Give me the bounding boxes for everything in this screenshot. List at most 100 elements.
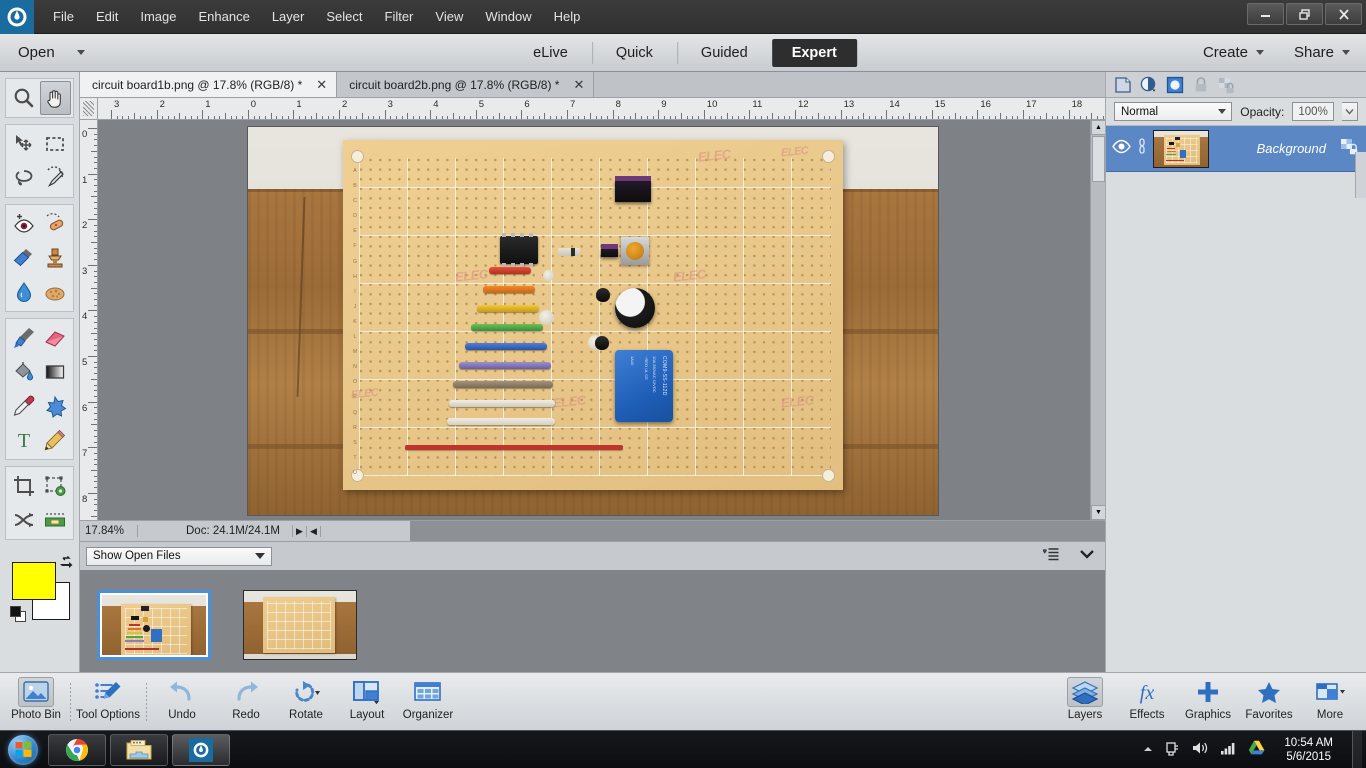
lasso-tool[interactable] (8, 161, 40, 195)
undo-button[interactable]: Undo (150, 677, 214, 729)
new-layer-icon[interactable] (1114, 75, 1132, 95)
layer-mask-icon[interactable] (1166, 75, 1184, 95)
organizer-button[interactable]: Organizer (396, 677, 460, 729)
layer-name-label[interactable]: Background (1215, 141, 1334, 156)
minimize-button[interactable] (1247, 3, 1284, 25)
menu-select[interactable]: Select (315, 5, 373, 28)
swap-colors-icon[interactable] (60, 555, 74, 573)
default-colors-icon[interactable] (10, 606, 26, 622)
tab-quick[interactable]: Quick (591, 34, 677, 72)
open-button[interactable]: Open (18, 44, 85, 61)
show-desktop-button[interactable] (1352, 731, 1362, 768)
taskbar-item-windows-explorer[interactable] (110, 733, 168, 766)
favorites-button[interactable]: Favorites (1237, 677, 1301, 729)
chevron-down-icon[interactable] (255, 553, 265, 559)
chevron-down-icon[interactable] (1218, 109, 1227, 114)
zoom-tool[interactable] (8, 81, 40, 115)
photo-bin-thumbnail-2[interactable] (243, 590, 357, 660)
straighten-tool[interactable] (40, 503, 72, 537)
canvas-vertical-scrollbar[interactable]: ▲ ▼ (1090, 120, 1106, 520)
menu-window[interactable]: Window (474, 5, 542, 28)
tab-elive[interactable]: eLive (509, 34, 592, 72)
tool-options-button[interactable]: Tool Options (76, 677, 140, 729)
spot-healing-brush-tool[interactable] (40, 207, 72, 241)
usb-eject-icon[interactable] (1165, 740, 1181, 761)
blur-tool[interactable] (8, 275, 40, 309)
paint-bucket-tool[interactable] (8, 355, 40, 389)
status-menu-icon[interactable]: ▶ (293, 525, 307, 537)
link-icon[interactable] (1137, 138, 1147, 159)
menu-layer[interactable]: Layer (261, 5, 316, 28)
document-tab-circuit-board1b[interactable]: circuit board1b.png @ 17.8% (RGB/8) * ✕ (80, 72, 338, 97)
more-button[interactable]: More (1298, 677, 1362, 729)
chevron-up-icon[interactable] (1142, 741, 1154, 759)
canvas-horizontal-scrollbar[interactable] (410, 521, 1105, 541)
close-icon[interactable]: ✕ (573, 77, 584, 93)
hand-tool[interactable] (39, 81, 71, 115)
recompose-tool[interactable] (40, 469, 72, 503)
color-picker-tool[interactable] (8, 389, 40, 423)
canvas-area[interactable]: ABCDEFGHIJKLMNOPQRSTU ELEC ELEC ELEC ELE… (98, 120, 1105, 520)
scroll-down-arrow[interactable]: ▼ (1091, 505, 1106, 520)
google-drive-icon[interactable] (1248, 740, 1265, 760)
chevron-down-icon[interactable] (1255, 50, 1264, 55)
layers-button[interactable]: Layers (1053, 677, 1117, 729)
blend-mode-select[interactable]: Normal (1114, 102, 1233, 121)
content-aware-move-tool[interactable] (8, 503, 40, 537)
adjustment-layer-icon[interactable] (1140, 75, 1158, 95)
menu-edit[interactable]: Edit (85, 5, 129, 28)
rotate-button[interactable]: Rotate (274, 677, 338, 729)
panel-menu-icon[interactable] (1042, 547, 1059, 566)
create-button[interactable]: Create (1203, 44, 1264, 61)
photo-bin-button[interactable]: Photo Bin (4, 677, 68, 729)
taskbar-item-photoshop-elements[interactable] (172, 733, 230, 766)
taskbar-item-google-chrome[interactable] (48, 733, 106, 766)
redo-button[interactable]: Redo (214, 677, 278, 729)
layers-panel-scrollbar[interactable] (1355, 152, 1366, 198)
crop-tool[interactable] (8, 469, 40, 503)
smart-brush-tool[interactable] (8, 241, 40, 275)
rectangular-marquee-tool[interactable] (40, 127, 72, 161)
scrollbar-thumb[interactable] (1092, 136, 1105, 182)
brush-tool[interactable] (8, 321, 40, 355)
graphics-button[interactable]: Graphics (1176, 677, 1240, 729)
menu-image[interactable]: Image (129, 5, 187, 28)
speaker-icon[interactable] (1192, 741, 1209, 760)
share-button[interactable]: Share (1294, 44, 1350, 61)
sponge-tool[interactable] (40, 275, 72, 309)
restore-button[interactable] (1286, 3, 1323, 25)
chevron-down-icon[interactable] (76, 50, 85, 55)
pencil-tool[interactable] (40, 423, 72, 457)
ruler-origin-corner[interactable] (80, 98, 98, 120)
chevron-down-icon[interactable] (1342, 50, 1350, 55)
menu-view[interactable]: View (424, 5, 474, 28)
menu-enhance[interactable]: Enhance (188, 5, 261, 28)
chevron-down-icon[interactable] (1079, 547, 1095, 565)
gradient-tool[interactable] (40, 355, 72, 389)
red-eye-removal-tool[interactable] (8, 207, 40, 241)
taskbar-clock[interactable]: 10:54 AM 5/6/2015 (1276, 736, 1341, 764)
effects-button[interactable]: fx Effects (1115, 677, 1179, 729)
opacity-input[interactable]: 100% (1292, 102, 1334, 121)
scroll-up-arrow[interactable]: ▲ (1091, 120, 1106, 135)
photo-bin-thumbnail-1[interactable] (97, 590, 211, 660)
clone-stamp-tool[interactable] (40, 241, 72, 275)
tab-expert[interactable]: Expert (771, 38, 857, 67)
close-button[interactable] (1325, 3, 1362, 25)
move-tool[interactable] (8, 127, 40, 161)
document-tab-circuit-board2b[interactable]: circuit board2b.png @ 17.8% (RGB/8) * ✕ (337, 72, 595, 97)
eye-icon[interactable] (1112, 139, 1131, 159)
canvas-image-circuit-board[interactable]: ABCDEFGHIJKLMNOPQRSTU ELEC ELEC ELEC ELE… (248, 127, 938, 515)
menu-help[interactable]: Help (543, 5, 592, 28)
zoom-level-field[interactable]: 17.84% (80, 525, 138, 537)
type-tool[interactable]: T (8, 423, 40, 457)
close-icon[interactable]: ✕ (316, 77, 327, 93)
custom-shape-tool[interactable] (40, 389, 72, 423)
windows-start-orb-icon[interactable] (2, 733, 44, 767)
tab-guided[interactable]: Guided (676, 34, 772, 72)
foreground-color-swatch[interactable] (12, 562, 56, 600)
layer-row-background[interactable]: Background (1106, 126, 1366, 172)
eraser-tool[interactable] (40, 321, 72, 355)
layout-button[interactable]: Layout (335, 677, 399, 729)
quick-selection-tool[interactable] (40, 161, 72, 195)
